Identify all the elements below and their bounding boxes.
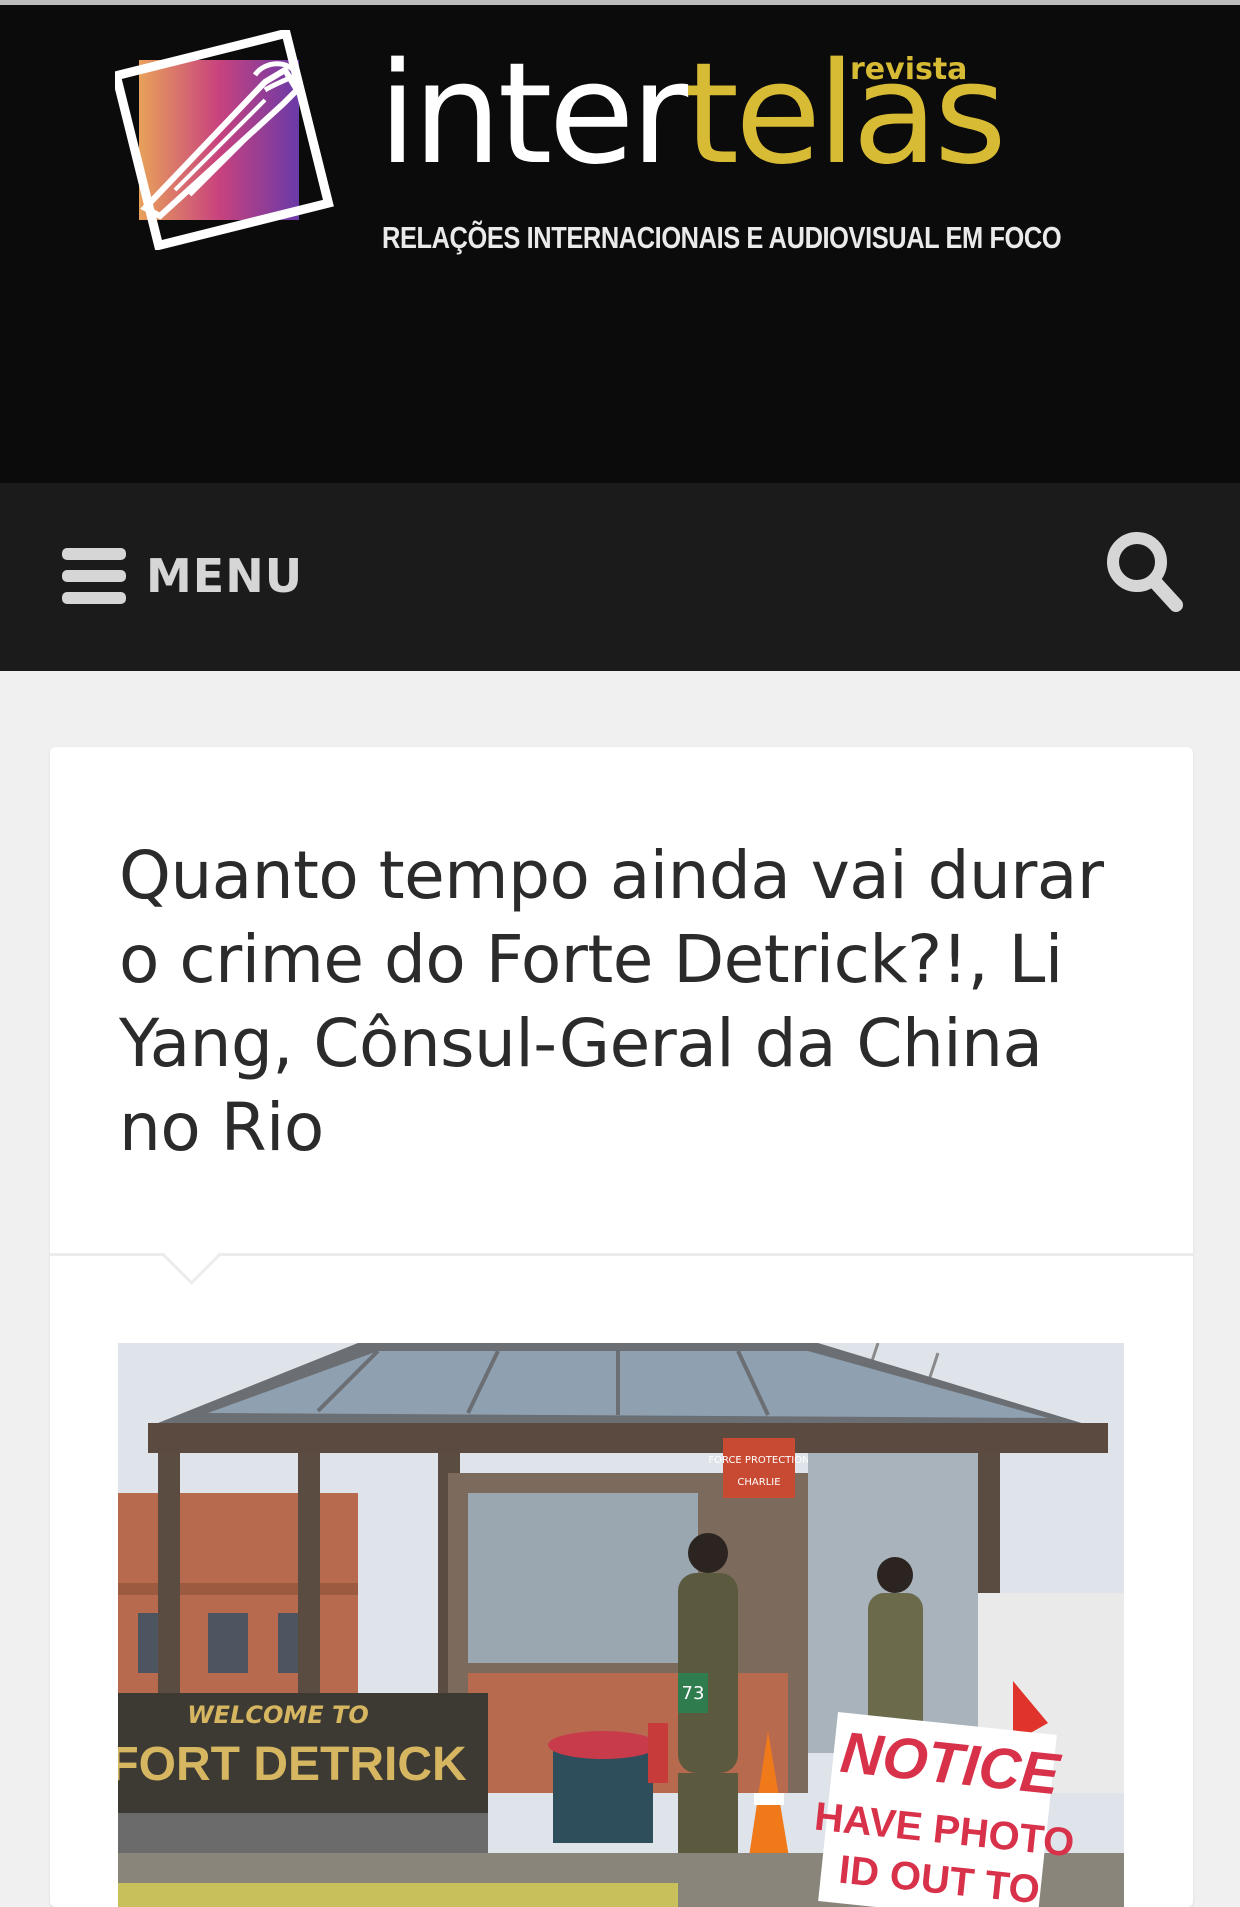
search-button[interactable] [1104, 527, 1184, 619]
article-featured-image[interactable]: FORCE PROTECTION CHARLIE 73 WELCOME TO F… [118, 1343, 1124, 1907]
site-header: intertelas revista RELAÇÕES INTERNACIONA… [0, 5, 1240, 483]
article-card: Quanto tempo ainda vai durar o crime do … [50, 747, 1193, 1907]
search-icon [1107, 532, 1183, 612]
welcome-sign-main: FORT DETRICK [118, 1738, 467, 1791]
logo-tagline: RELAÇÕES INTERNACIONAIS E AUDIOVISUAL EM… [382, 220, 1062, 255]
hamburger-icon [62, 548, 126, 604]
logo-revista: revista [850, 52, 968, 87]
main-navbar: MENU [0, 483, 1240, 671]
logo-emblem-icon [115, 30, 334, 250]
booth-sign-text: FORCE PROTECTION [708, 1455, 809, 1466]
menu-button[interactable]: MENU [62, 541, 303, 611]
menu-label: MENU [146, 549, 304, 603]
article-title[interactable]: Quanto tempo ainda vai durar o crime do … [119, 834, 1119, 1170]
booth-sign-text-2: CHARLIE [737, 1477, 780, 1488]
site-logo[interactable]: intertelas revista RELAÇÕES INTERNACIONA… [115, 30, 1062, 290]
fort-detrick-gate-photo: FORCE PROTECTION CHARLIE 73 WELCOME TO F… [118, 1343, 1124, 1907]
welcome-sign-top: WELCOME TO [187, 1701, 369, 1729]
route-sign-text: 73 [682, 1683, 705, 1704]
divider-notch [161, 1224, 222, 1285]
